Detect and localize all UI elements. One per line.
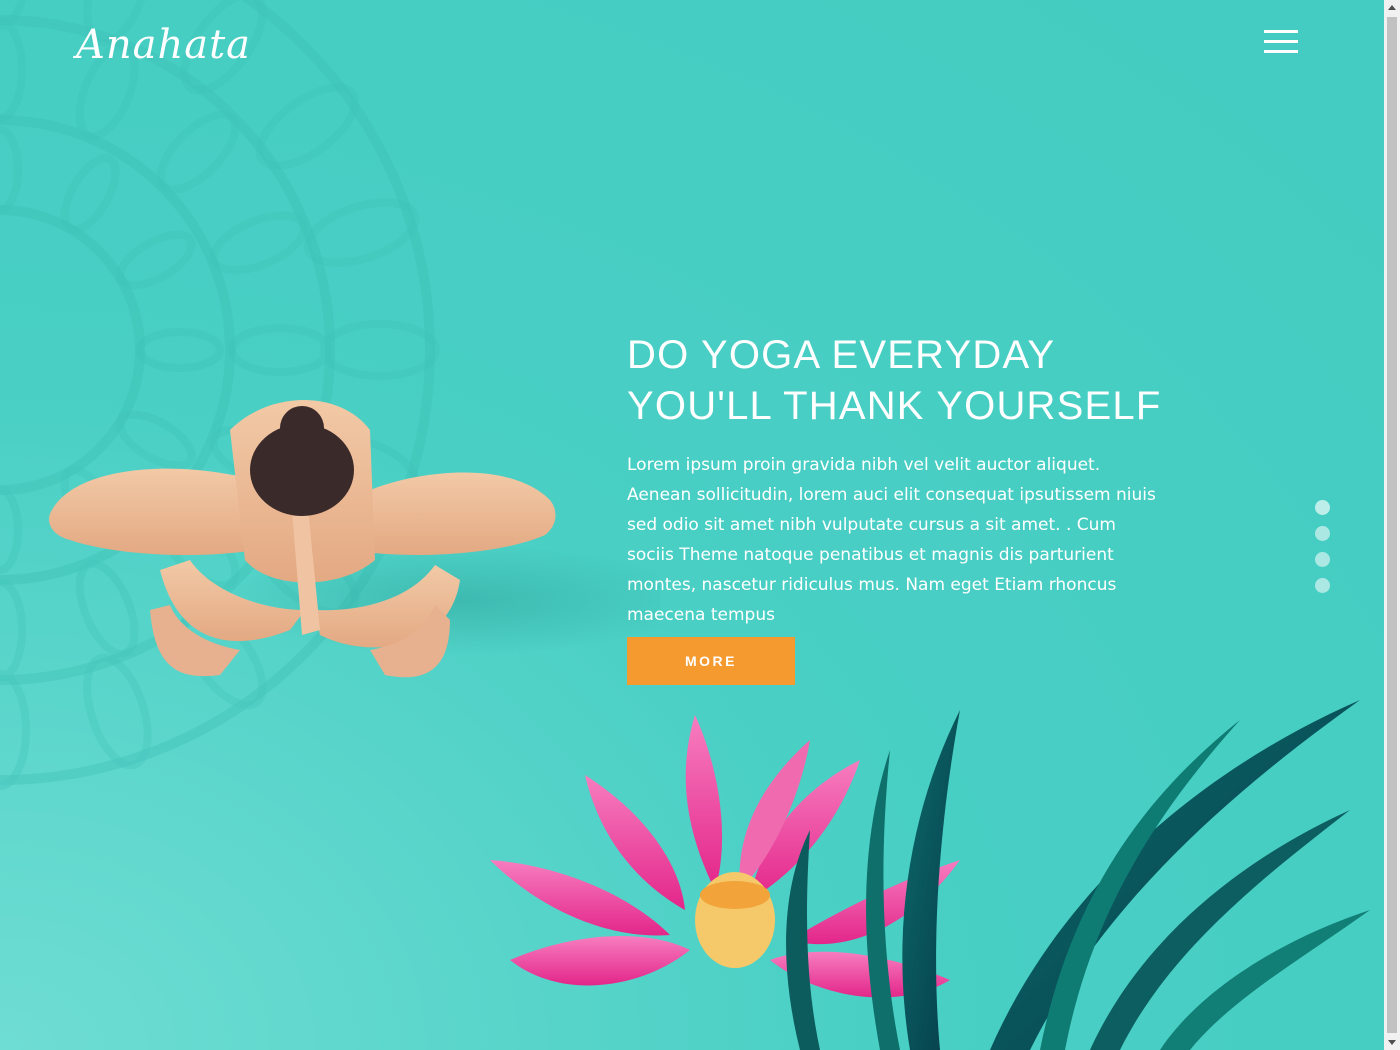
hero-title-line-1: DO YOGA EVERYDAY: [627, 333, 1056, 377]
slider-dot-3[interactable]: [1315, 552, 1330, 567]
hero-section: Anahata DO YOGA EVERYDAY YOU'LL THANK YO…: [0, 0, 1384, 1050]
hamburger-menu-icon[interactable]: [1264, 28, 1300, 56]
slider-pagination: [1315, 500, 1330, 604]
slider-dot-4[interactable]: [1315, 578, 1330, 593]
slider-dot-1[interactable]: [1315, 500, 1330, 515]
hero-title: DO YOGA EVERYDAY YOU'LL THANK YOURSELF: [627, 330, 1267, 432]
scroll-down-arrow-icon[interactable]: [1388, 1040, 1396, 1045]
hero-title-line-2: YOU'LL THANK YOURSELF: [627, 384, 1162, 428]
hero-description: Lorem ipsum proin gravida nibh vel velit…: [627, 455, 1156, 625]
vertical-scrollbar[interactable]: [1384, 0, 1400, 1050]
scroll-thumb[interactable]: [1387, 17, 1397, 1033]
slider-dot-2[interactable]: [1315, 526, 1330, 541]
brand-logo[interactable]: Anahata: [76, 22, 251, 68]
lotus-flower-image: [490, 700, 1370, 1050]
more-button[interactable]: MORE: [627, 637, 795, 685]
scroll-up-arrow-icon[interactable]: [1388, 5, 1396, 10]
yoga-figure-image: [49, 400, 660, 678]
